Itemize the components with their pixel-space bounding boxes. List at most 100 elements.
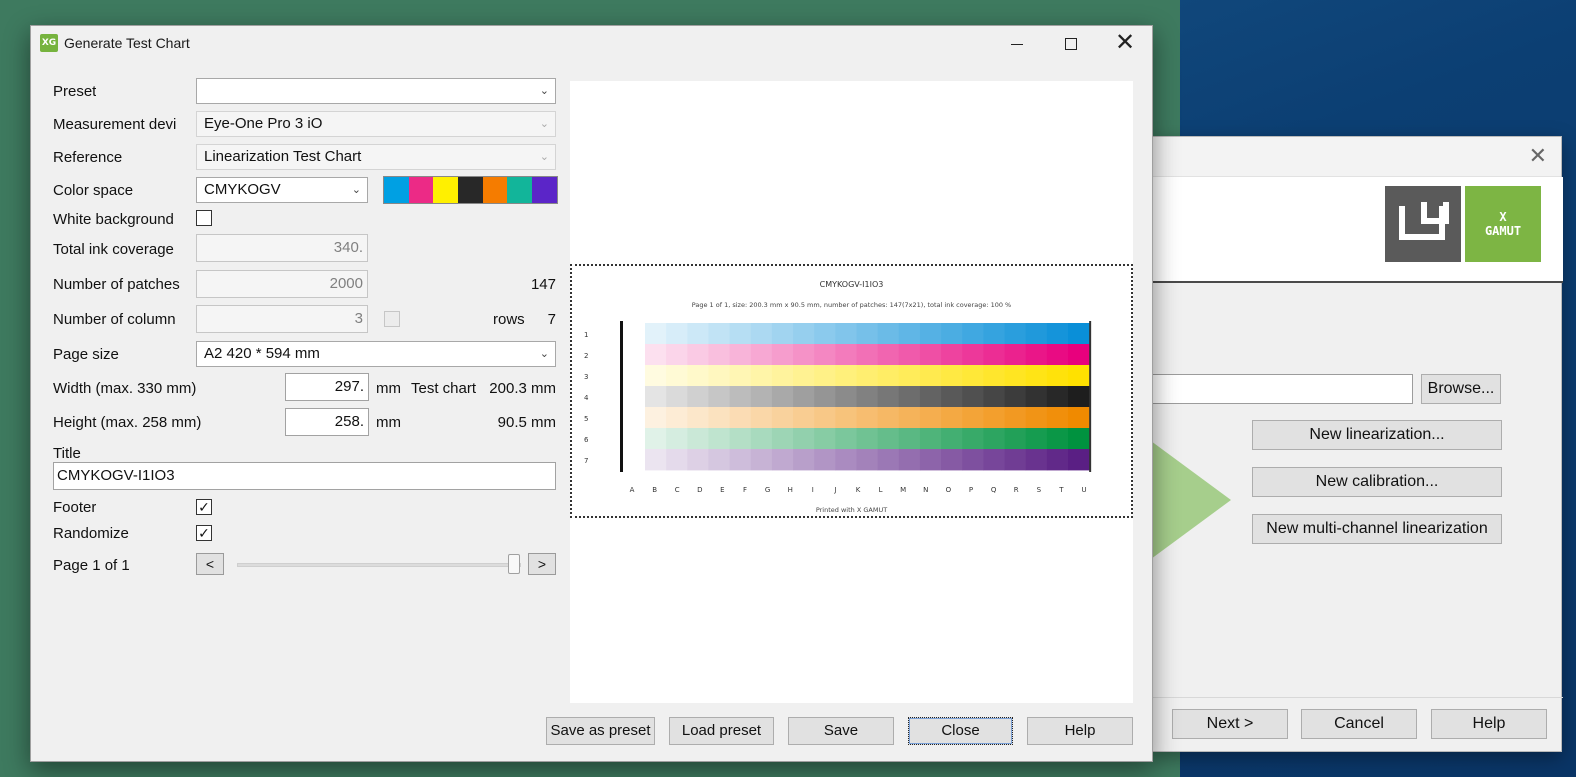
new-linearization-button[interactable]: New linearization... xyxy=(1252,420,1502,450)
randomize-checkbox[interactable]: ✓ xyxy=(196,525,212,541)
patch xyxy=(666,386,688,408)
wizard-footer-divider xyxy=(1153,697,1563,698)
patch xyxy=(835,428,857,450)
patch xyxy=(814,344,836,366)
white-background-checkbox[interactable] xyxy=(196,210,212,226)
column-label: O xyxy=(946,486,952,494)
patch xyxy=(1068,344,1090,366)
patch xyxy=(814,323,836,345)
help-button[interactable]: Help xyxy=(1027,717,1133,745)
wizard-help-button[interactable]: Help xyxy=(1431,709,1547,739)
patch xyxy=(941,407,963,429)
patch xyxy=(708,365,730,387)
total-ink-coverage-field[interactable]: 340. xyxy=(196,234,368,262)
patch xyxy=(898,386,921,408)
patch xyxy=(708,407,730,429)
grid-edge xyxy=(1089,321,1092,472)
row-label: 7 xyxy=(584,457,588,465)
close-button[interactable]: Close xyxy=(908,717,1013,745)
patch xyxy=(793,344,815,366)
color-space-value: CMYKOGV xyxy=(204,181,281,198)
chevron-down-icon: ⌄ xyxy=(539,151,549,163)
footer-checkbox[interactable]: ✓ xyxy=(196,499,212,515)
patch xyxy=(962,449,984,471)
patch xyxy=(941,449,963,471)
patch xyxy=(708,323,730,345)
save-as-preset-button[interactable]: Save as preset xyxy=(546,717,655,745)
load-preset-button[interactable]: Load preset xyxy=(669,717,774,745)
patch xyxy=(877,428,900,450)
chevron-down-icon: ⌄ xyxy=(351,184,361,196)
color-space-combo[interactable]: CMYKOGV ⌄ xyxy=(196,177,368,203)
reference-combo[interactable]: Linearization Test Chart ⌄ xyxy=(196,144,556,170)
row-label: 4 xyxy=(584,394,589,402)
patch xyxy=(962,323,984,345)
patch xyxy=(729,365,752,387)
save-button[interactable]: Save xyxy=(788,717,894,745)
row-label: 6 xyxy=(584,436,589,444)
patch xyxy=(708,344,730,366)
number-of-columns-field[interactable]: 3 xyxy=(196,305,368,333)
patch xyxy=(729,428,752,450)
title-label: Title xyxy=(53,445,81,462)
new-multi-channel-linearization-button[interactable]: New multi-channel linearization xyxy=(1252,514,1502,544)
number-of-patches-field[interactable]: 2000 xyxy=(196,270,368,298)
height-field[interactable]: 258. xyxy=(285,408,369,436)
column-label: D xyxy=(697,486,702,494)
patch xyxy=(919,344,942,366)
patch xyxy=(814,407,836,429)
page-slider-thumb[interactable] xyxy=(508,554,520,574)
patch xyxy=(1004,407,1027,429)
minimize-icon[interactable] xyxy=(989,26,1045,60)
patch xyxy=(919,449,942,471)
patch xyxy=(1046,428,1069,450)
column-label: G xyxy=(765,486,770,494)
patch xyxy=(750,407,773,429)
page-size-label: Page size xyxy=(53,346,119,363)
patch xyxy=(919,407,942,429)
preset-combo[interactable]: ⌄ xyxy=(196,78,556,104)
close-icon[interactable]: ✕ xyxy=(1097,26,1153,60)
measurement-device-value: Eye-One Pro 3 iO xyxy=(204,115,323,132)
patch xyxy=(962,428,984,450)
column-label: U xyxy=(1081,486,1086,494)
next-page-button[interactable]: > xyxy=(528,553,556,575)
test-chart-height: 90.5 mm xyxy=(497,414,556,431)
dialog-title: Generate Test Chart xyxy=(64,35,190,51)
ink-swatch xyxy=(507,177,533,203)
patch xyxy=(983,365,1005,387)
measurement-device-combo[interactable]: Eye-One Pro 3 iO ⌄ xyxy=(196,111,556,137)
patch xyxy=(750,323,773,345)
preset-label: Preset xyxy=(53,83,97,100)
patch xyxy=(771,407,794,429)
patch xyxy=(983,407,1005,429)
next-button[interactable]: Next > xyxy=(1172,709,1288,739)
maximize-icon[interactable] xyxy=(1043,26,1099,60)
columns-checkbox[interactable] xyxy=(384,311,400,327)
previous-page-button[interactable]: < xyxy=(196,553,224,575)
patch xyxy=(941,428,963,450)
page-slider-track[interactable] xyxy=(237,563,521,567)
new-calibration-button[interactable]: New calibration... xyxy=(1252,467,1502,497)
patch xyxy=(1025,323,1048,345)
column-label: B xyxy=(652,486,657,494)
browse-button[interactable]: Browse... xyxy=(1421,374,1501,404)
patch xyxy=(687,323,709,345)
measurement-device-label: Measurement devi xyxy=(53,116,177,133)
ink-swatch xyxy=(458,177,483,203)
ink-swatch xyxy=(384,177,409,203)
patch xyxy=(814,428,836,450)
page-size-combo[interactable]: A2 420 * 594 mm ⌄ xyxy=(196,341,556,367)
app-logo-icon xyxy=(1385,186,1461,262)
patch xyxy=(814,449,836,471)
column-label: C xyxy=(675,486,680,494)
width-field[interactable]: 297. xyxy=(285,373,369,401)
title-input[interactable]: CMYKOGV-I1IO3 xyxy=(53,462,556,490)
patch xyxy=(941,323,963,345)
patch xyxy=(645,386,667,408)
width-label: Width (max. 330 mm) xyxy=(53,380,197,397)
wizard-close-icon[interactable]: ✕ xyxy=(1529,145,1547,167)
path-input[interactable] xyxy=(1153,374,1413,404)
patch xyxy=(771,449,794,471)
cancel-button[interactable]: Cancel xyxy=(1301,709,1417,739)
